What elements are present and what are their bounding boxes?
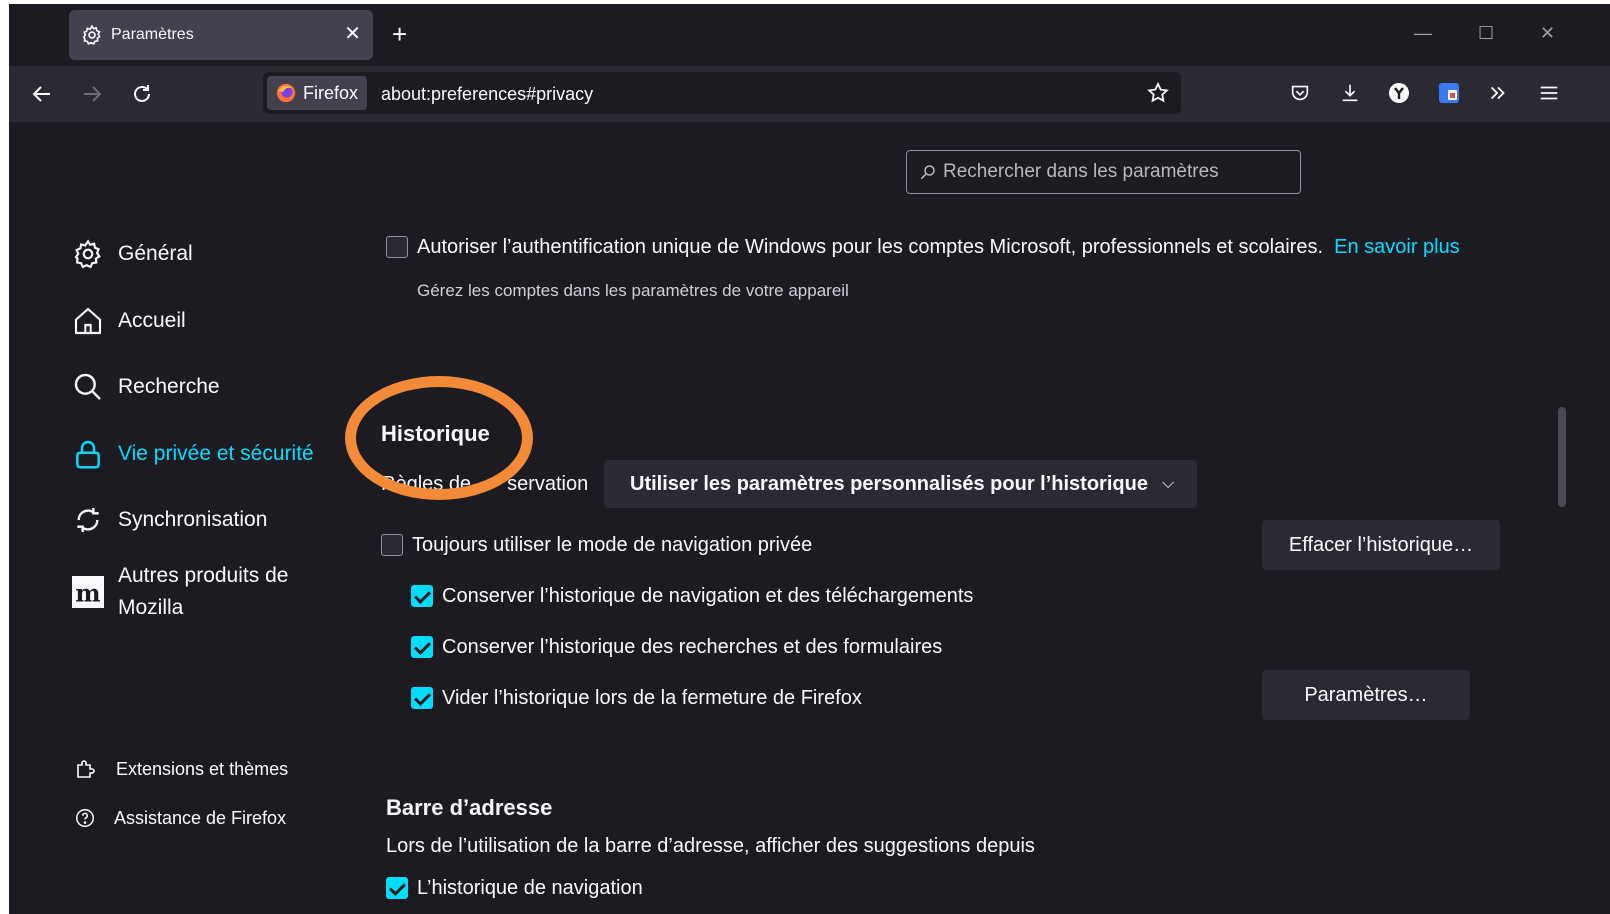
sidebar-item-search[interactable]: Recherche xyxy=(72,371,220,403)
maximize-button[interactable]: ☐ xyxy=(1478,22,1494,44)
history-option-checkbox[interactable] xyxy=(411,585,433,607)
url-text[interactable]: about:preferences#privacy xyxy=(381,84,593,105)
sidebar-item-label: Recherche xyxy=(118,375,220,398)
search-icon xyxy=(74,373,101,400)
reload-icon[interactable] xyxy=(128,80,156,108)
overflow-icon[interactable] xyxy=(1485,80,1511,106)
address-bar-description: Lors de l’utilisation de la barre d’adre… xyxy=(386,835,1035,857)
sidebar-item-label: Vie privée et sécurité xyxy=(118,442,314,465)
sidebar-item-label: Accueil xyxy=(118,309,186,332)
minimize-button[interactable]: — xyxy=(1414,22,1432,44)
annotation-ellipse xyxy=(345,376,533,500)
back-icon[interactable] xyxy=(28,80,56,108)
sidebar-support-label: Assistance de Firefox xyxy=(114,807,287,828)
clear-history-button[interactable]: Effacer l’historique… xyxy=(1262,520,1500,570)
firefox-logo-icon xyxy=(276,83,296,103)
sidebar-item-sync[interactable]: Synchronisation xyxy=(72,504,267,536)
chevron-down-icon: ⌵ xyxy=(1161,475,1175,492)
puzzle-icon xyxy=(77,760,95,778)
sidebar-extensions-label: Extensions et thèmes xyxy=(116,758,289,779)
history-mode-value: Utiliser les paramètres personnalisés po… xyxy=(630,472,1148,495)
scrollbar-thumb[interactable] xyxy=(1558,407,1566,507)
history-mode-select[interactable]: Utiliser les paramètres personnalisés po… xyxy=(604,460,1197,508)
menu-icon[interactable] xyxy=(1536,80,1562,106)
tab-parametres[interactable]: Paramètres ✕ xyxy=(69,10,373,60)
download-icon[interactable] xyxy=(1337,80,1363,106)
search-placeholder: Rechercher dans les paramètres xyxy=(943,161,1219,182)
home-icon xyxy=(74,307,102,335)
lock-icon xyxy=(76,440,100,469)
history-settings-button[interactable]: Paramètres… xyxy=(1262,670,1470,720)
bookmark-star-icon[interactable] xyxy=(1145,80,1171,106)
identity-label: Firefox xyxy=(303,82,359,103)
windows-sso-checkbox[interactable] xyxy=(386,236,408,258)
sidebar-support-link[interactable]: Assistance de Firefox xyxy=(74,807,286,829)
close-tab-icon[interactable]: ✕ xyxy=(344,22,361,46)
window-top-edge xyxy=(0,0,1610,4)
sidebar-item-label: Autres produits de Mozilla xyxy=(118,564,289,619)
mozilla-icon: m xyxy=(72,576,104,608)
windows-sso-label: Autoriser l’authentification unique de W… xyxy=(417,236,1460,258)
pocket-icon[interactable] xyxy=(1287,80,1313,106)
new-tab-button[interactable]: + xyxy=(392,20,407,48)
sidebar-item-privacy[interactable]: Vie privée et sécurité xyxy=(72,438,314,470)
forward-icon[interactable] xyxy=(78,80,106,108)
sidebar-item-general[interactable]: Général xyxy=(72,238,193,270)
close-window-button[interactable]: ✕ xyxy=(1540,22,1555,44)
gear-icon xyxy=(74,239,101,269)
extension-y-icon[interactable] xyxy=(1386,80,1412,106)
tab-title: Paramètres xyxy=(111,26,194,43)
sidebar-item-label: Synchronisation xyxy=(118,508,268,531)
help-icon xyxy=(76,809,94,827)
sidebar-item-home[interactable]: Accueil xyxy=(72,305,186,337)
window-left-edge xyxy=(0,0,9,914)
sidebar-extensions-link[interactable]: Extensions et thèmes xyxy=(74,757,288,781)
browsing-history-checkbox[interactable] xyxy=(386,877,408,899)
search-icon xyxy=(920,165,935,180)
learn-more-link[interactable]: En savoir plus xyxy=(1334,236,1460,258)
svg-text:m: m xyxy=(75,578,100,607)
extension-blue-icon[interactable] xyxy=(1436,80,1462,106)
sync-icon xyxy=(77,508,99,532)
history-option-checkbox[interactable] xyxy=(411,636,433,658)
always-private-label: Toujours utiliser le mode de navigation … xyxy=(412,534,813,556)
identity-box[interactable]: Firefox xyxy=(267,76,367,110)
settings-search-input[interactable]: Rechercher dans les paramètres xyxy=(906,150,1301,194)
gear-icon xyxy=(82,24,101,45)
always-private-checkbox[interactable] xyxy=(381,534,403,556)
address-bar-heading: Barre d’adresse xyxy=(386,795,553,820)
history-option-label: Conserver l’historique de navigation et … xyxy=(442,585,974,607)
windows-sso-hint: Gérez les comptes dans les paramètres de… xyxy=(417,281,849,300)
sidebar-item-label: Général xyxy=(118,242,193,265)
browsing-history-label: L’historique de navigation xyxy=(417,877,643,899)
sidebar-item-mozilla[interactable]: m Autres produits de Mozilla xyxy=(72,560,288,624)
history-option-label: Conserver l’historique des recherches et… xyxy=(442,636,943,658)
history-option-label: Vider l’historique lors de la fermeture … xyxy=(442,687,862,709)
history-option-checkbox[interactable] xyxy=(411,687,433,709)
